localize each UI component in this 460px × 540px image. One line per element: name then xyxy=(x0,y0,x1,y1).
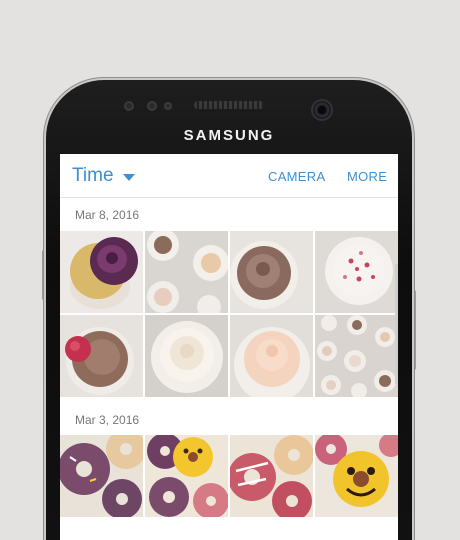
photo-thumbnail[interactable] xyxy=(60,231,143,313)
photo-thumbnail[interactable] xyxy=(230,435,313,517)
phone-frame: SAMSUNG Time CAMERA MORE Mar 8, 2016 Mar… xyxy=(46,80,412,540)
earpiece-speaker xyxy=(194,101,264,109)
light-sensor xyxy=(147,101,157,111)
scrollbar[interactable] xyxy=(395,264,398,384)
photo-thumbnail[interactable] xyxy=(60,315,143,397)
iris-sensor xyxy=(164,102,172,110)
photo-thumbnail[interactable] xyxy=(230,231,313,313)
proximity-sensor xyxy=(124,101,134,111)
photo-thumbnail[interactable] xyxy=(145,435,228,517)
photo-thumbnail[interactable] xyxy=(60,435,143,517)
section-date: Mar 8, 2016 xyxy=(75,208,140,222)
brand-logo: SAMSUNG xyxy=(183,127,275,144)
more-button[interactable]: MORE xyxy=(347,169,387,184)
photo-thumbnail[interactable] xyxy=(315,315,398,397)
photo-thumbnail[interactable] xyxy=(315,435,398,517)
photo-thumbnail[interactable] xyxy=(145,315,228,397)
section-date: Mar 3, 2016 xyxy=(75,413,140,427)
app-bar: Time CAMERA MORE xyxy=(60,154,398,198)
photo-thumbnail[interactable] xyxy=(145,231,228,313)
front-camera xyxy=(311,99,333,121)
view-mode-dropdown[interactable]: Time xyxy=(72,165,114,187)
photo-thumbnail[interactable] xyxy=(315,231,398,313)
camera-button[interactable]: CAMERA xyxy=(268,169,325,184)
photo-thumbnail[interactable] xyxy=(230,315,313,397)
power-button xyxy=(412,290,416,370)
dropdown-caret-icon[interactable] xyxy=(123,174,135,181)
photo-grid xyxy=(60,435,398,517)
gallery-screen: Time CAMERA MORE Mar 8, 2016 Mar 3, 2016 xyxy=(60,154,398,540)
photo-grid xyxy=(60,231,398,397)
